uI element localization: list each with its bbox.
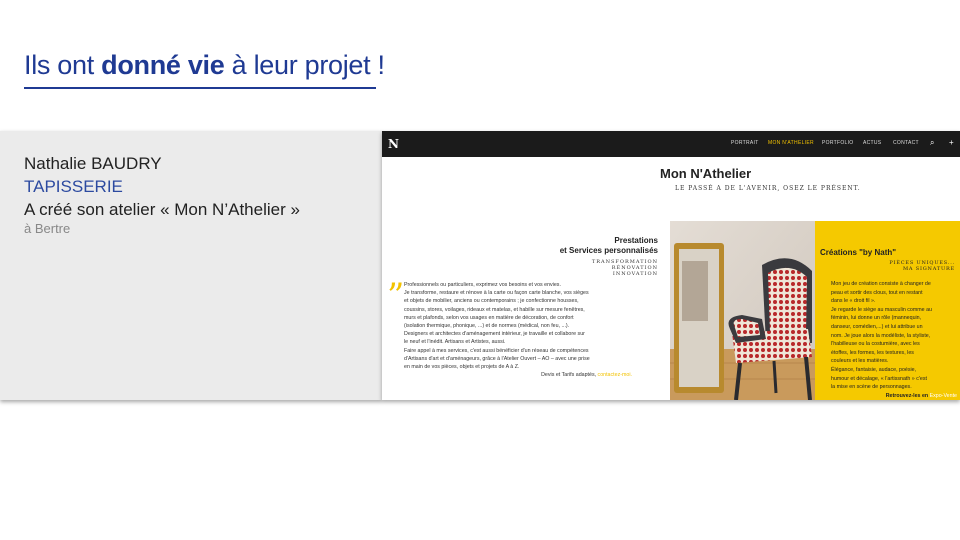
creations-text-line: la mise en scène de personnages. <box>831 384 912 391</box>
services-text-line: coussins, stores, voilages, rideaux et m… <box>404 306 585 313</box>
services-text-line: le neuf et l'inédit. Artisans et Artiste… <box>404 339 506 346</box>
creations-text-line: nom. Je joue alors la modéliste, la styl… <box>831 332 931 339</box>
creations-footer-text: Retrouvez-les en <box>885 392 930 399</box>
creations-footer: Retrouvez-les en Expo-Vente <box>831 392 957 400</box>
creations-text-line: l'habilleuse ou la costumière, avec les <box>831 341 920 348</box>
services-text-line: murs et plafonds, selon vos usages en ma… <box>404 314 574 321</box>
plus-icon[interactable]: + <box>949 138 954 147</box>
services-text-line: Professionnels ou particuliers, exprimez… <box>404 282 561 288</box>
nav-item-actus[interactable]: ACTUS <box>863 140 881 146</box>
services-footer-text: Devis et Tarifs adaptés, <box>541 372 598 379</box>
profile-location: à Bertre <box>24 221 71 236</box>
creations-text-line: Élégance, fantaisie, audace, poésie, <box>831 366 917 373</box>
services-text-line: en main de vos pièces, objets et projets… <box>404 364 520 371</box>
search-icon[interactable]: ⌕ <box>930 138 934 148</box>
creations-text-line: féminin, lui donne un rôle (mannequin, <box>831 315 922 322</box>
creations-text-line: peau et sortir des clous, tout en restan… <box>831 289 923 296</box>
armchair-photo <box>670 221 815 400</box>
site-tagline: LE PASSÉ A DE L'AVENIR, OSEZ LE PRÉSENT. <box>675 185 861 192</box>
services-text-line: d'Artisans d'art et d'aménageurs, grâce … <box>404 355 590 362</box>
services-text-line: Je transforme, restaure et rénove à la c… <box>404 290 589 297</box>
creations-subtitle: MA SIGNATURE <box>903 266 955 272</box>
creations-text-line: étoffes, les formes, les textures, les <box>831 349 914 356</box>
services-text-line: et objets de mobilier, anciens ou contem… <box>404 298 579 305</box>
creations-text-line: danseur, comédien,...) et lui attribue u… <box>831 323 923 330</box>
creations-text-line: Mon jeu de création consiste à changer d… <box>831 281 931 287</box>
profile-description: A créé son atelier « Mon N’Athelier » <box>24 200 300 219</box>
website-screenshot: N PORTRAIT MON N'ATHELIER PORTFOLIO ACTU… <box>382 131 960 400</box>
site-navbar: N PORTRAIT MON N'ATHELIER PORTFOLIO ACTU… <box>382 131 960 157</box>
slide-title: Ils ont donné vie à leur projet ! <box>24 50 385 81</box>
nav-item-portfolio[interactable]: PORTFOLIO <box>822 140 854 146</box>
services-body: Professionnels ou particuliers, exprimez… <box>404 281 636 379</box>
creations-text-line: dans le « droit fil ». <box>831 298 876 305</box>
services-text-line: Designers et architectes d'aménagement i… <box>404 331 585 338</box>
profile-panel: Nathalie BAUDRY TAPISSERIE A créé son at… <box>0 131 382 400</box>
services-title-line1: Prestations <box>614 236 658 245</box>
services-text-line: (isolation thermique, phonique, ...) et … <box>404 323 570 330</box>
creations-text-line: humour et décalage, « l'artissnath » c'e… <box>831 375 927 382</box>
expo-vente-link[interactable]: Expo-Vente <box>930 393 957 399</box>
creations-title: Créations "by Nath" <box>820 248 897 257</box>
profile-name: Nathalie BAUDRY <box>24 154 162 173</box>
contact-link[interactable]: contactez-moi. <box>598 372 632 378</box>
nav-item-portrait[interactable]: PORTRAIT <box>731 140 759 146</box>
profile-trade: TAPISSERIE <box>24 177 123 196</box>
quote-mark-icon: ” <box>387 276 405 316</box>
title-pre: Ils ont <box>24 50 102 80</box>
services-footer: Devis et Tarifs adaptés, contactez-moi. <box>404 371 636 379</box>
title-bold: donné vie <box>101 50 225 80</box>
services-subtitle: INNOVATION <box>612 271 658 277</box>
creations-panel: Créations "by Nath" PIÈCES UNIQUES... MA… <box>815 221 960 400</box>
site-title: Mon N'Athelier <box>660 166 752 181</box>
creations-body: Mon jeu de création consiste à changer d… <box>831 280 957 400</box>
creations-text-line: couleurs et les matières. <box>831 358 889 365</box>
creations-text-line: Je regarde le siège au masculin comme au <box>831 306 932 313</box>
nav-item-mon-nathelier[interactable]: MON N'ATHELIER <box>768 140 814 146</box>
nav-item-contact[interactable]: CONTACT <box>893 140 919 146</box>
services-text-line: Faire appel à mes services, c'est aussi … <box>404 347 589 354</box>
title-post: à leur projet ! <box>224 50 385 80</box>
title-underline <box>24 87 376 89</box>
site-logo[interactable]: N <box>388 137 399 151</box>
services-title-line2: et Services personnalisés <box>559 246 658 255</box>
